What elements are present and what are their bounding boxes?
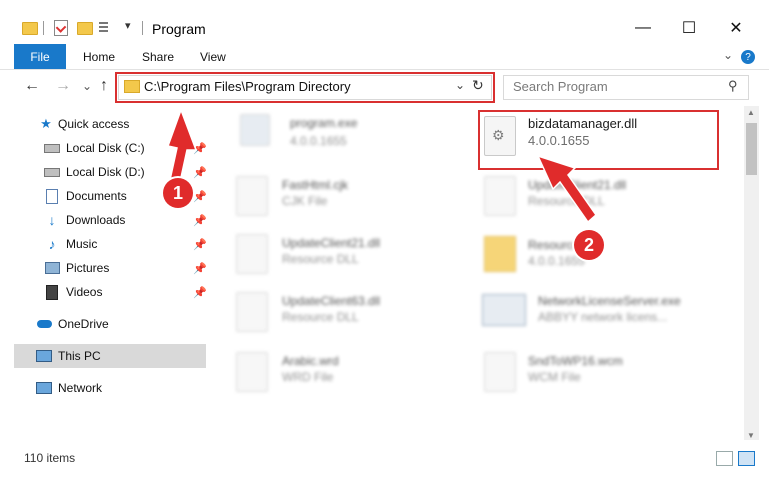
arrow-up-icon <box>167 107 198 183</box>
annotation-arrows <box>167 107 598 224</box>
arrow-diagonal-icon <box>536 154 598 224</box>
step-badge-1: 1 <box>163 178 193 208</box>
step-badge-2: 2 <box>574 230 604 260</box>
